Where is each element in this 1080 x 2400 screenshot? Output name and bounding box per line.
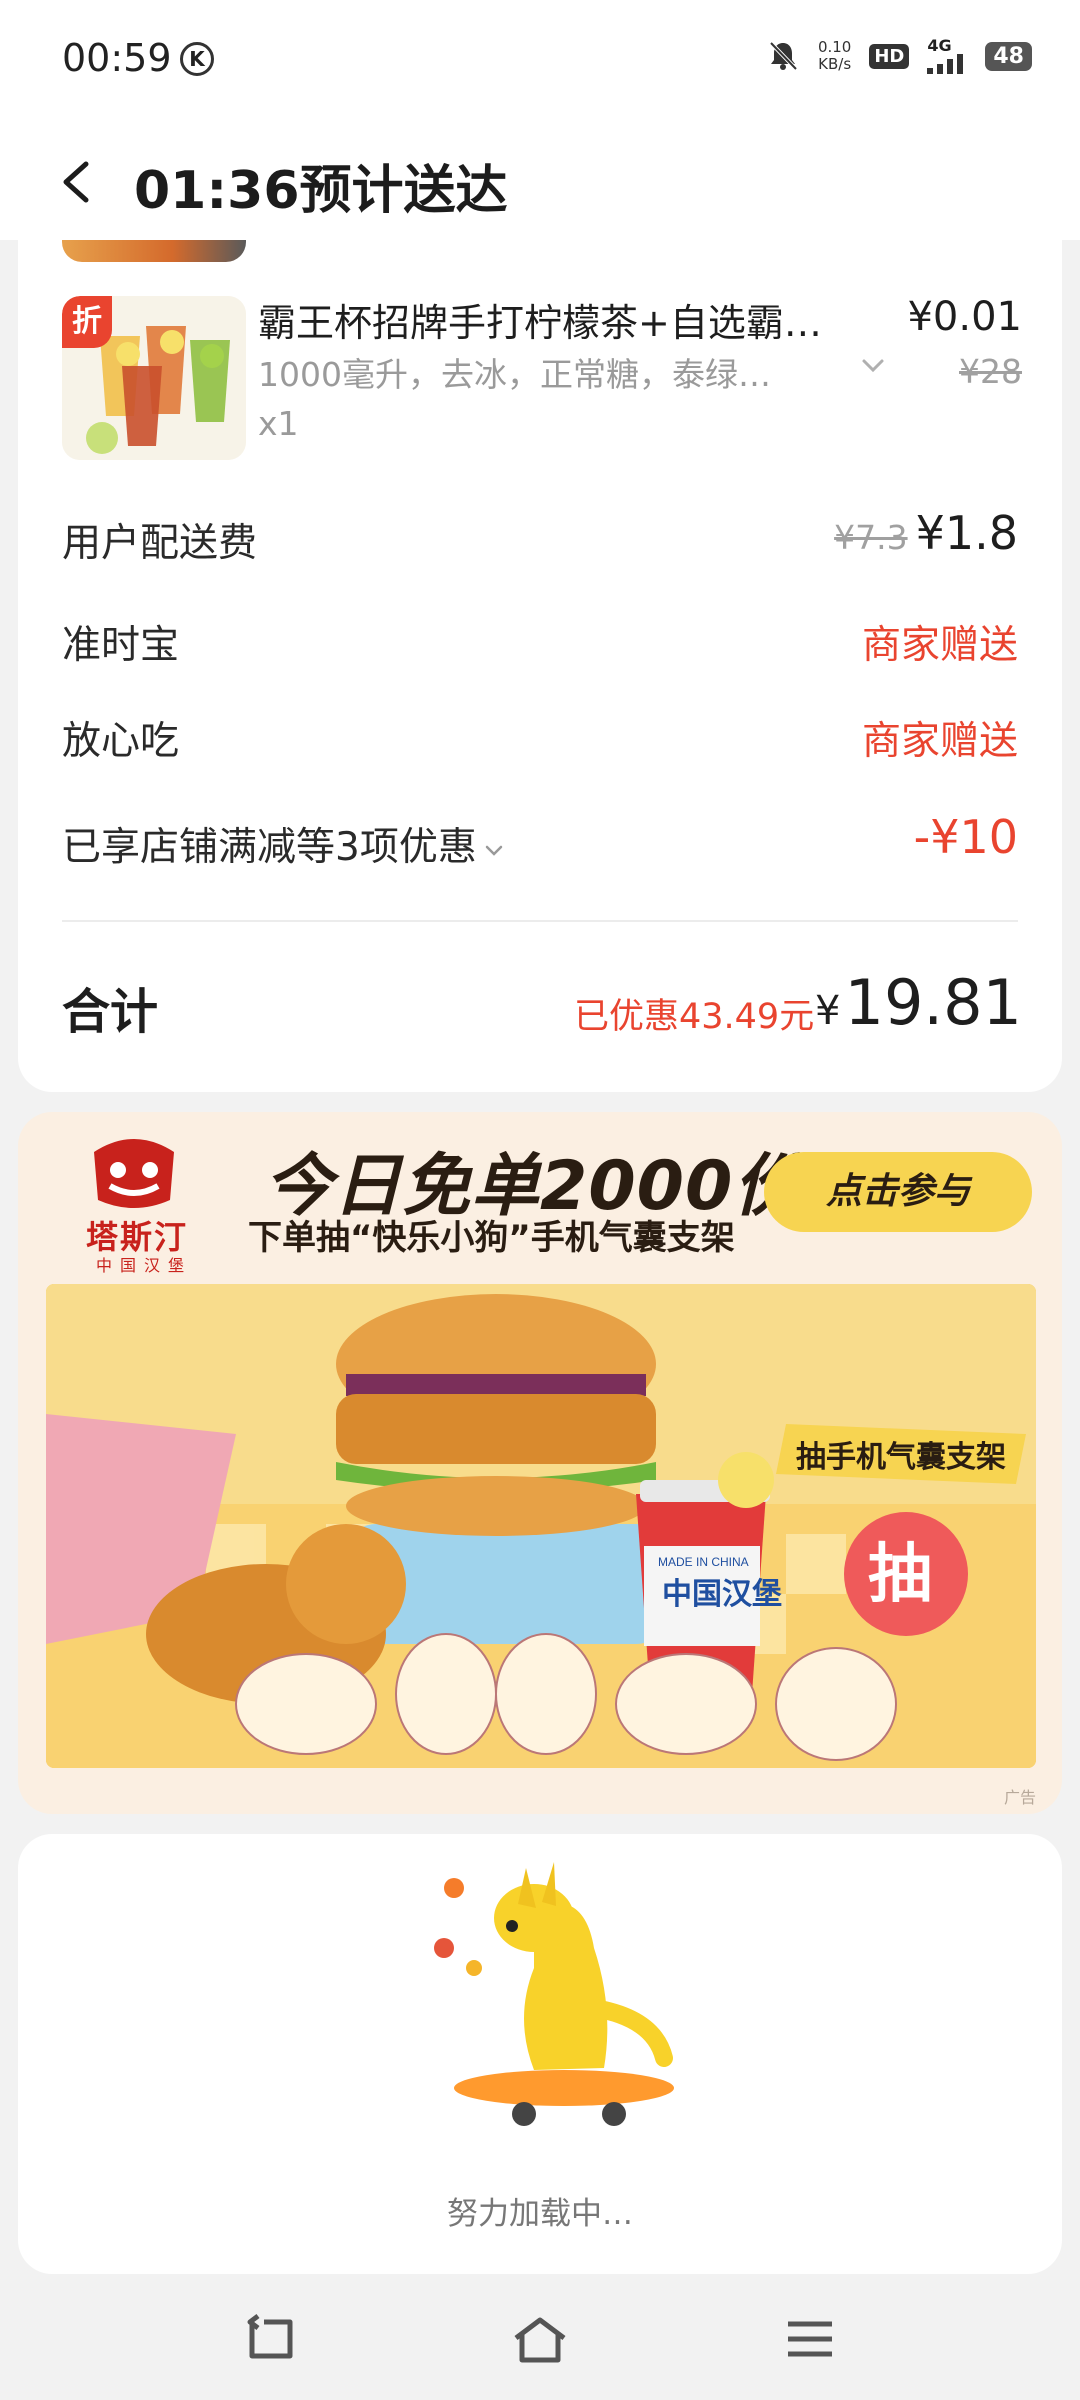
previous-item-thumbnail [62, 240, 246, 262]
battery-icon: 48 [985, 41, 1032, 71]
delivery-fee-label: 用户配送费 [62, 521, 258, 566]
ad-banner-image[interactable]: MADE IN CHINA 中国汉堡 抽手机气囊支架 抽 [46, 1284, 1036, 1768]
participate-button[interactable]: 点击参与 [764, 1152, 1032, 1232]
brand-subtitle: 中国汉堡 [96, 1256, 193, 1275]
kangaroo-mascot-icon [434, 1862, 674, 2126]
on-time-value: 商家赠送 [861, 623, 1018, 668]
item-price: ¥0.01 [907, 294, 1022, 340]
cup-text-small: MADE IN CHINA [658, 1555, 749, 1569]
system-nav-bar [0, 2274, 1080, 2400]
discounts-value: -¥10 [914, 810, 1018, 864]
loading-text: 努力加载中… [447, 2196, 633, 2232]
discounts-label-text: 已享店铺满减等3项优惠 [62, 825, 477, 870]
status-time: 00:59 [62, 36, 172, 80]
ad-subline: 下单抽“快乐小狗”手机气囊支架 [248, 1218, 735, 1258]
draw-badge-text: 抽 [868, 1538, 932, 1612]
discounts-amount: -¥10 [913, 810, 1018, 864]
chevron-down-icon[interactable] [483, 839, 505, 861]
food-safety-label: 放心吃 [62, 719, 180, 764]
page-header: 01:36预计送达 [0, 120, 1080, 240]
item-name: 霸王杯招牌手打柠檬茶+自选霸… [258, 301, 822, 345]
item-quantity: x1 [258, 404, 299, 443]
k-badge-icon: K [180, 42, 214, 76]
signal-icon: 4G [927, 38, 967, 74]
on-time-guarantee-row[interactable]: 准时宝 商家赠送 [62, 614, 1018, 674]
delivery-fee-value: ¥7.3 ¥1.8 [834, 506, 1018, 560]
status-indicators: 0.10 KB/s HD 4G 48 [766, 38, 1032, 74]
on-time-label: 准时宝 [62, 623, 180, 668]
total-label: 合计 [62, 984, 159, 1040]
total-saved: 已优惠43.49元 [574, 997, 815, 1037]
page-title: 01:36预计送达 [134, 161, 508, 221]
discounts-row[interactable]: 已享店铺满减等3项优惠 -¥10 [62, 810, 1018, 876]
item-thumbnail[interactable]: 折 [62, 296, 246, 460]
total-currency: ¥ [815, 988, 841, 1034]
discount-badge: 折 [62, 296, 112, 348]
item-spec: 1000毫升，去冰，正常糖，泰绿… [258, 355, 771, 394]
ad-tag: 广告 [1003, 1788, 1036, 1807]
food-safety-row[interactable]: 放心吃 商家赠送 [62, 710, 1018, 770]
network-type: 4G [927, 36, 952, 55]
net-speed: 0.10 KB/s [818, 39, 851, 73]
delivery-fee-row: 用户配送费 ¥7.3 ¥1.8 [62, 506, 1018, 572]
divider [62, 920, 1018, 922]
ad-banner-card[interactable]: 塔斯汀 中国汉堡 今日免单2000份 下单抽“快乐小狗”手机气囊支架 点击参与 [18, 1112, 1062, 1814]
loading-card: 努力加载中… [18, 1834, 1062, 2274]
net-speed-unit: KB/s [818, 55, 852, 73]
food-safety-value: 商家赠送 [861, 719, 1018, 764]
delivery-fee-now: ¥1.8 [915, 506, 1018, 560]
order-summary-card: 折 霸王杯招牌手打柠檬茶+自选霸… 1000毫升，去冰，正常糖，泰绿… x1 ¥… [18, 240, 1062, 1092]
menu-nav-icon[interactable] [780, 2314, 840, 2364]
status-bar: 00:59 K 0.10 KB/s HD 4G 48 [0, 0, 1080, 120]
chevron-left-icon[interactable] [56, 160, 96, 204]
total-value: ¥19.81 [815, 966, 1022, 1039]
ribbon-text: 抽手机气囊支架 [796, 1440, 1006, 1475]
chevron-down-icon[interactable] [860, 352, 886, 378]
hd-badge: HD [869, 43, 910, 69]
discounts-label: 已享店铺满减等3项优惠 [62, 816, 505, 872]
mute-bell-icon [769, 41, 798, 71]
burger-promo-illustration: MADE IN CHINA 中国汉堡 抽手机气囊支架 抽 [46, 1284, 1036, 1768]
item-original-price: ¥28 [959, 352, 1022, 391]
delivery-fee-original: ¥7.3 [834, 518, 908, 557]
home-nav-icon[interactable] [510, 2314, 570, 2364]
cup-text-large: 中国汉堡 [662, 1577, 782, 1612]
signal-bars [927, 54, 964, 74]
net-speed-value: 0.10 [817, 38, 852, 56]
back-nav-icon[interactable] [240, 2314, 300, 2364]
total-amount: 19.81 [844, 966, 1023, 1039]
